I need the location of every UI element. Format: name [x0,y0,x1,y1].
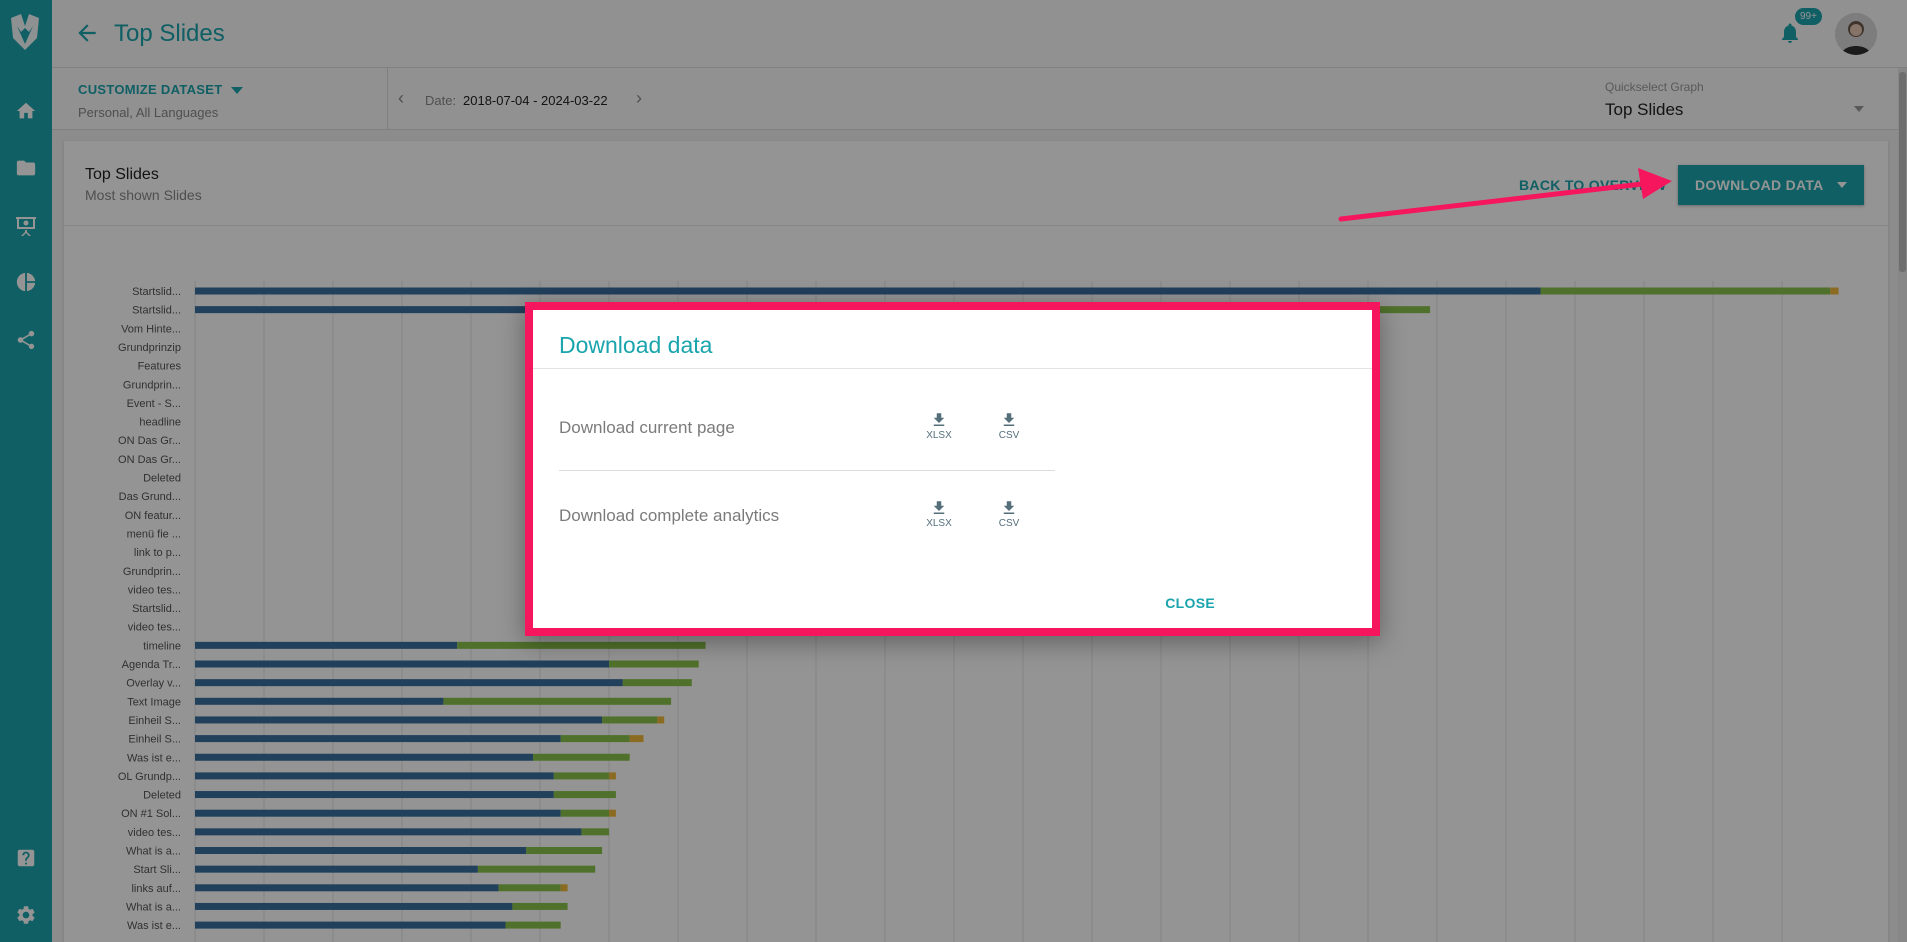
divider [533,368,1372,369]
format-label: XLSX [926,518,952,529]
format-label: CSV [998,518,1020,529]
download-icon [933,501,945,514]
download-current-page-label: Download current page [559,418,735,437]
dialog-title: Download data [559,332,713,358]
download-icon [933,413,945,426]
download-complete-csv-button[interactable]: CSV [989,499,1029,539]
divider [559,470,1055,471]
download-complete-analytics-label: Download complete analytics [559,506,780,525]
download-current-csv-button[interactable]: CSV [989,411,1029,451]
format-label: XLSX [926,430,952,441]
download-current-xlsx-button[interactable]: XLSX [919,411,959,451]
download-icon [1003,501,1015,514]
download-icon [1003,413,1015,426]
format-label: CSV [998,430,1020,441]
download-complete-xlsx-button[interactable]: XLSX [919,499,959,539]
close-button[interactable]: CLOSE [1155,595,1215,611]
download-data-dialog: Download data Download current page XLSX… [525,302,1380,636]
